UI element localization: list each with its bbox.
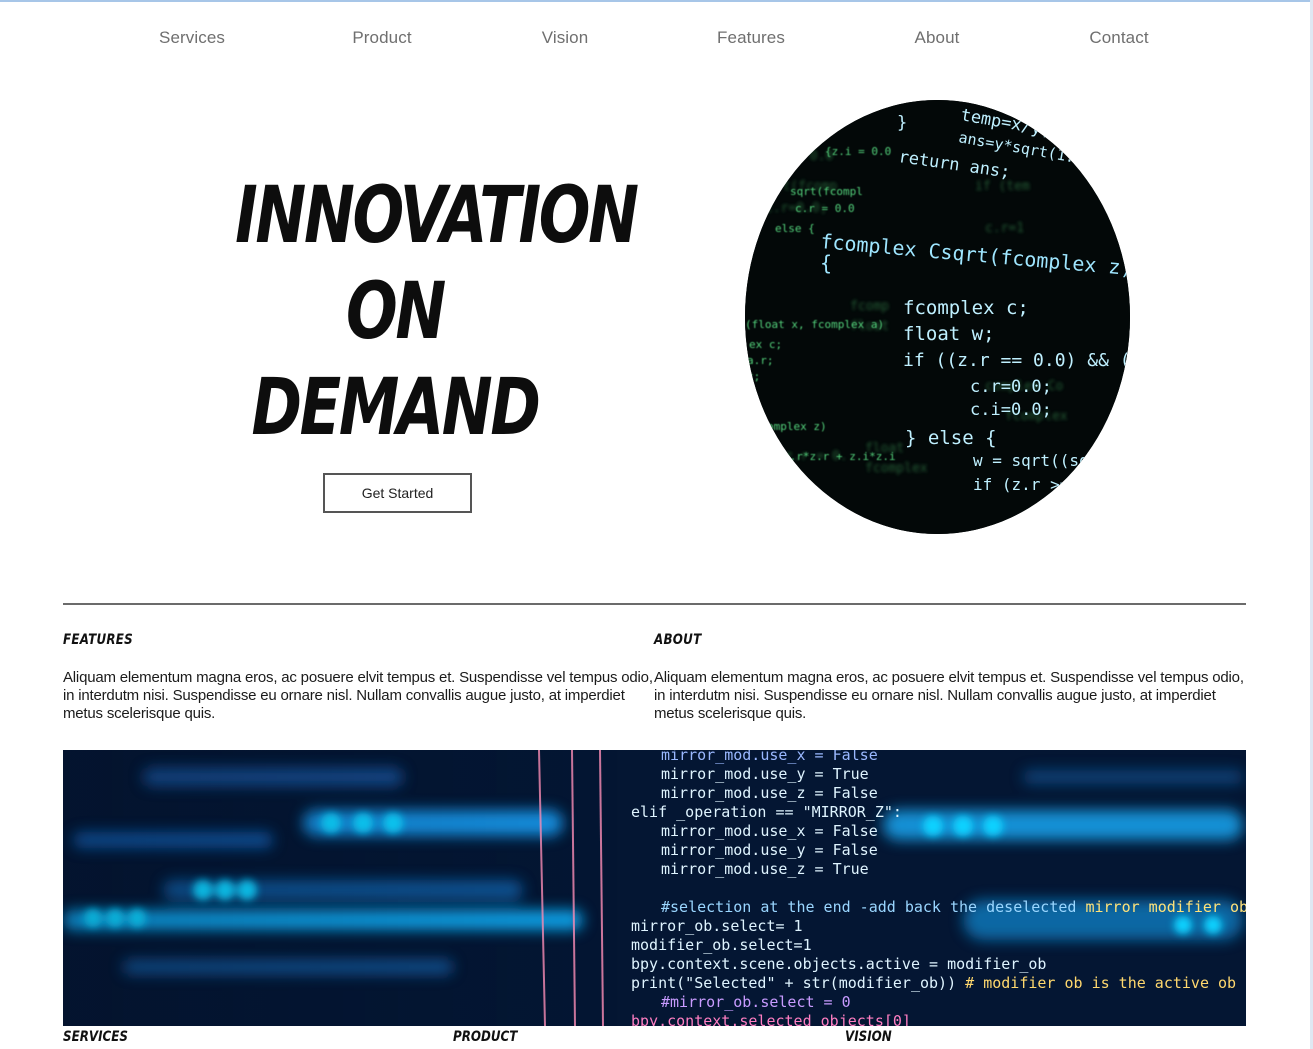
svg-text:fcomplex: fcomplex bbox=[865, 461, 928, 476]
nav-contact[interactable]: Contact bbox=[1089, 28, 1148, 48]
svg-text:bpy.context.scene.objects.acti: bpy.context.scene.objects.active = modif… bbox=[631, 955, 1046, 973]
code-banner-image: mirror_mod.use_x = False mirror_mod.use_… bbox=[63, 750, 1246, 1026]
svg-text:z.r*z.r + z.i*z.i: z.r*z.r + z.i*z.i bbox=[783, 450, 896, 463]
svg-text:c.r=0.0;: c.r=0.0; bbox=[970, 377, 1052, 397]
nav-product[interactable]: Product bbox=[352, 28, 411, 48]
svg-text:else {: else { bbox=[775, 222, 815, 235]
svg-text:elif _operation == "MIRROR_Z":: elif _operation == "MIRROR_Z": bbox=[631, 803, 902, 821]
svg-text:a.r;: a.r; bbox=[747, 354, 774, 367]
section-divider bbox=[63, 603, 1246, 605]
about-body: Aliquam elementum magna eros, ac posuere… bbox=[654, 669, 1244, 722]
nav-services[interactable]: Services bbox=[159, 28, 225, 48]
hero-title-line-1: INNOVATION bbox=[235, 171, 639, 261]
get-started-button[interactable]: Get Started bbox=[323, 473, 472, 513]
svg-text:mirror_mod.use_z = False: mirror_mod.use_z = False bbox=[661, 784, 878, 802]
about-heading: ABOUT bbox=[654, 632, 702, 648]
svg-text:{: { bbox=[820, 251, 832, 275]
svg-text:bpy.context.selected_objects[0: bpy.context.selected_objects[0] bbox=[631, 1012, 911, 1026]
svg-text:}: } bbox=[897, 113, 907, 133]
svg-text:c.r = 0.0: c.r = 0.0 bbox=[795, 202, 855, 215]
svg-text:} else {: } else { bbox=[905, 427, 997, 449]
svg-text:print("Selected" + str(modifie: print("Selected" + str(modifier_ob)) # m… bbox=[631, 974, 1236, 992]
svg-text:modifier_ob.select=1: modifier_ob.select=1 bbox=[631, 936, 812, 954]
code-image-graphic: {z.i = 0.0 sqrt(fcomp c.r=0.0; if (tem c… bbox=[745, 100, 1130, 534]
svg-text:mirror_ob.select= 1: mirror_ob.select= 1 bbox=[631, 917, 803, 935]
banner-graphic: mirror_mod.use_x = False mirror_mod.use_… bbox=[63, 750, 1246, 1026]
svg-text:c;: c; bbox=[747, 370, 760, 383]
top-accent-line bbox=[0, 0, 1313, 2]
svg-text:#mirror_ob.select = 0: #mirror_ob.select = 0 bbox=[661, 993, 851, 1011]
svg-text:{z.i = 0.0: {z.i = 0.0 bbox=[825, 145, 891, 158]
svg-text:c.r=1: c.r=1 bbox=[985, 221, 1024, 236]
svg-text:{z.i = 0.0: {z.i = 0.0 bbox=[755, 149, 833, 164]
svg-text:mirror_mod.use_z = True: mirror_mod.use_z = True bbox=[661, 860, 869, 878]
nav-features[interactable]: Features bbox=[717, 28, 785, 48]
nav-vision[interactable]: Vision bbox=[542, 28, 589, 48]
nav-about[interactable]: About bbox=[915, 28, 960, 48]
hero-title-line-3: DEMAND bbox=[251, 363, 540, 453]
vision-heading: VISION bbox=[845, 1029, 892, 1045]
svg-text:mirror_mod.use_y = False: mirror_mod.use_y = False bbox=[661, 841, 878, 859]
svg-text:mirror_mod.use_x = False: mirror_mod.use_x = False bbox=[661, 750, 878, 764]
svg-text:float w;: float w; bbox=[903, 323, 995, 345]
svg-text:mirror_mod.use_x = False: mirror_mod.use_x = False bbox=[661, 822, 878, 840]
svg-text:if (z.r >= 0.0) {: if (z.r >= 0.0) { bbox=[973, 475, 1130, 494]
features-body: Aliquam elementum magna eros, ac posuere… bbox=[63, 669, 653, 722]
svg-text:w = sqrt((sqrt(z.r*: w = sqrt((sqrt(z.r* bbox=[973, 451, 1130, 470]
hero-title-line-2: ON bbox=[346, 267, 446, 357]
svg-text:ex c;: ex c; bbox=[749, 338, 782, 351]
svg-text:#selection at the end -add bac: #selection at the end -add back the dese… bbox=[661, 898, 1246, 916]
features-heading: FEATURES bbox=[63, 632, 134, 648]
top-nav: Services Product Vision Features About C… bbox=[0, 28, 1313, 54]
product-heading: PRODUCT bbox=[453, 1029, 518, 1045]
svg-text:if ((z.r == 0.0) && (z.i == 0.: if ((z.r == 0.0) && (z.i == 0.0)) { bbox=[903, 350, 1130, 371]
svg-text:omplex z): omplex z) bbox=[767, 420, 827, 433]
svg-text:mirror_mod.use_y = True: mirror_mod.use_y = True bbox=[661, 765, 869, 783]
svg-text:(float x, fcomplex a): (float x, fcomplex a) bbox=[745, 318, 884, 331]
services-heading: SERVICES bbox=[63, 1029, 128, 1045]
svg-text:c.i=0.0;: c.i=0.0; bbox=[970, 400, 1052, 420]
hero-title: INNOVATION ON DEMAND bbox=[235, 168, 639, 456]
svg-text:sqrt(fcompl: sqrt(fcompl bbox=[790, 185, 863, 198]
page: Services Product Vision Features About C… bbox=[0, 0, 1313, 1049]
svg-text:fcomp: fcomp bbox=[850, 299, 889, 314]
hero-code-image: {z.i = 0.0 sqrt(fcomp c.r=0.0; if (tem c… bbox=[745, 100, 1130, 534]
svg-text:fcomplex c;: fcomplex c; bbox=[903, 297, 1029, 319]
